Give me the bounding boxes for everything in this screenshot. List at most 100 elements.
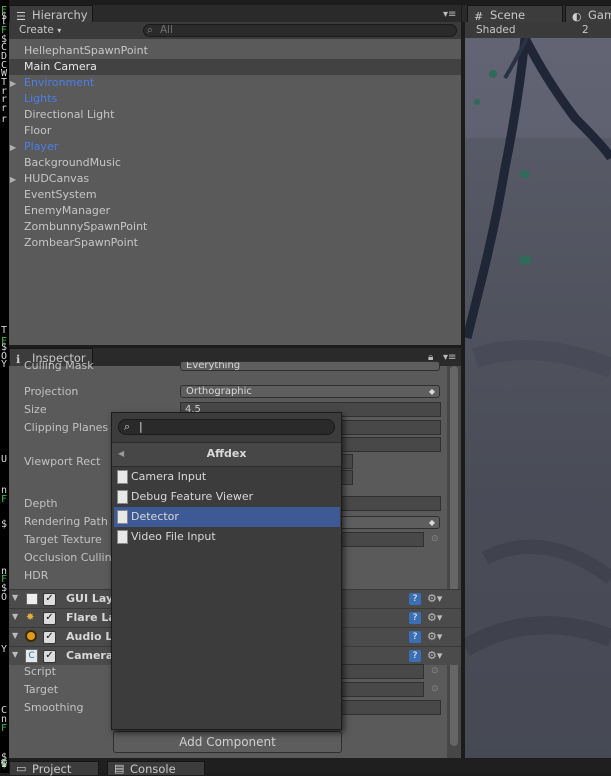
hierarchy-item[interactable]: Player (24, 139, 58, 155)
size-label: Size (24, 403, 47, 416)
hierarchy-search-input[interactable]: ⌕ All (143, 24, 457, 37)
add-component-popup: ⌕ | ◀ Affdex Camera Input Debug Feature V… (111, 412, 342, 730)
gear-icon[interactable]: ⚙▾ (427, 649, 442, 662)
help-icon[interactable]: ? (409, 631, 421, 643)
enabled-checkbox[interactable]: ✓ (43, 631, 56, 644)
help-icon[interactable]: ? (409, 593, 421, 605)
fold-arrow-icon[interactable]: ▶ (10, 175, 16, 184)
terminal-char: T (1, 325, 8, 336)
inspector-scrollbar[interactable] (447, 366, 461, 758)
projection-dropdown[interactable]: Orthographic ◆ (180, 385, 440, 398)
popup-item[interactable]: Detector (114, 507, 340, 527)
depth-field[interactable] (340, 496, 441, 511)
help-icon[interactable]: ? (409, 650, 421, 662)
hierarchy-item[interactable]: Lights (24, 91, 57, 107)
create-button[interactable]: Create ▾ (19, 24, 61, 36)
projection-label: Projection (24, 385, 79, 398)
target-texture-field[interactable] (340, 532, 424, 547)
fold-arrow-icon[interactable]: ▶ (10, 79, 16, 88)
hierarchy-item[interactable]: HellephantSpawnPoint (24, 43, 148, 59)
hierarchy-toolbar: Create ▾ ⌕ All (9, 22, 461, 39)
fold-down-icon: ▼ (12, 612, 19, 621)
hierarchy-item[interactable]: Environment (24, 75, 94, 91)
scene-toolbar: Shaded 2 (465, 22, 611, 38)
tab-hierarchy[interactable]: ☰ Hierarchy (9, 5, 93, 23)
bottom-tabbar (9, 758, 611, 773)
tab-console-label: Console (130, 762, 176, 776)
hierarchy-item[interactable]: ZombunnySpawnPoint (24, 219, 147, 235)
rendering-path-dropdown[interactable]: ◆ (340, 516, 440, 529)
terminal-char: $ (1, 519, 8, 530)
help-icon[interactable]: ? (409, 612, 421, 624)
add-component-button[interactable]: Add Component (113, 731, 342, 753)
popup-item[interactable]: Video File Input (114, 527, 340, 547)
gear-icon[interactable]: ⚙▾ (427, 630, 442, 643)
hierarchy-item[interactable]: EnemyManager (24, 203, 110, 219)
shading-dropdown[interactable]: Shaded (476, 24, 516, 36)
chevron-down-icon: ▾ (57, 26, 62, 35)
projection-value: Orthographic (186, 386, 252, 397)
culling-mask-value: Everything (186, 361, 241, 371)
culling-mask-dropdown[interactable]: Everything (180, 361, 440, 371)
object-picker-icon[interactable]: ⊙ (431, 684, 439, 694)
create-label: Create (19, 24, 54, 36)
hierarchy-search-placeholder: All (160, 24, 174, 36)
far-clip-field[interactable] (340, 437, 441, 452)
hierarchy-item[interactable]: EventSystem (24, 187, 97, 203)
clipping-planes-label: Clipping Planes (24, 421, 109, 434)
panel-menu-icon[interactable]: ▾≡ (443, 9, 456, 20)
near-clip-field[interactable] (340, 420, 441, 435)
target-field[interactable] (340, 682, 424, 697)
terminal-strip: F $[F $ C D C W Tr r r r T F $ O Y Un F $ n F $ O Y Cn F $ w T F $ (0, 0, 9, 773)
script-file-icon (117, 530, 128, 544)
popup-item-label: Video File Input (131, 530, 216, 543)
fold-arrow-icon[interactable]: ▶ (10, 143, 16, 152)
popup-item[interactable]: Camera Input (114, 467, 340, 487)
popup-search-input[interactable]: ⌕ | (118, 419, 335, 435)
terminal-char: r (1, 114, 8, 125)
terminal-char: F (1, 494, 8, 505)
flare-icon: ✸ (26, 612, 35, 623)
gear-icon[interactable]: ⚙▾ (427, 592, 442, 605)
scrollbar-thumb[interactable] (450, 366, 458, 746)
dropdown-arrow-icon: ◆ (428, 518, 435, 527)
terminal-char: $ (1, 759, 8, 770)
smoothing-field[interactable] (340, 700, 441, 715)
hierarchy-item[interactable]: Main Camera (24, 59, 97, 75)
script-field[interactable] (340, 664, 424, 679)
scene-view[interactable] (465, 38, 611, 758)
tab-hierarchy-label: Hierarchy (32, 8, 88, 22)
fold-down-icon: ▼ (12, 593, 19, 602)
occlusion-culling-label: Occlusion Culling (24, 551, 119, 564)
hierarchy-item[interactable]: HUDCanvas (24, 171, 89, 187)
hierarchy-item[interactable]: Directional Light (24, 107, 114, 123)
hierarchy-item[interactable]: BackgroundMusic (24, 155, 121, 171)
shading-label: Shaded (476, 24, 516, 36)
mode-2d-toggle[interactable]: 2 (582, 24, 611, 36)
tab-scene[interactable]: # Scene (467, 5, 563, 23)
popup-search-value: | (139, 420, 143, 433)
hierarchy-list: HellephantSpawnPoint Main Camera ▶ Environm… (9, 39, 461, 345)
gear-icon[interactable]: ⚙▾ (427, 611, 442, 624)
script-label: Script (24, 665, 56, 678)
script-file-icon (117, 470, 128, 484)
hierarchy-item[interactable]: Floor (24, 123, 51, 139)
scene-render (465, 38, 611, 758)
dropdown-arrow-icon: ◆ (428, 387, 435, 396)
script-file-icon (117, 510, 128, 524)
depth-label: Depth (24, 497, 58, 510)
fold-down-icon: ▼ (12, 631, 19, 640)
popup-item[interactable]: Debug Feature Viewer (114, 487, 340, 507)
popup-header: ◀ Affdex (112, 442, 341, 467)
enabled-checkbox[interactable]: ✓ (43, 593, 56, 606)
viewport-rect-label: Viewport Rect (24, 455, 101, 468)
enabled-checkbox[interactable]: ✓ (43, 650, 56, 663)
gui-layer-icon (26, 593, 38, 605)
inspector-menu-icon[interactable]: ▾≡ (443, 352, 456, 363)
tab-game[interactable]: ◐ Gam (565, 5, 611, 23)
object-picker-icon[interactable]: ⊙ (431, 666, 439, 676)
hierarchy-item[interactable]: ZombearSpawnPoint (24, 235, 138, 251)
object-picker-icon[interactable]: ⊙ (431, 534, 439, 544)
enabled-checkbox[interactable]: ✓ (43, 612, 56, 625)
script-file-icon (117, 490, 128, 504)
